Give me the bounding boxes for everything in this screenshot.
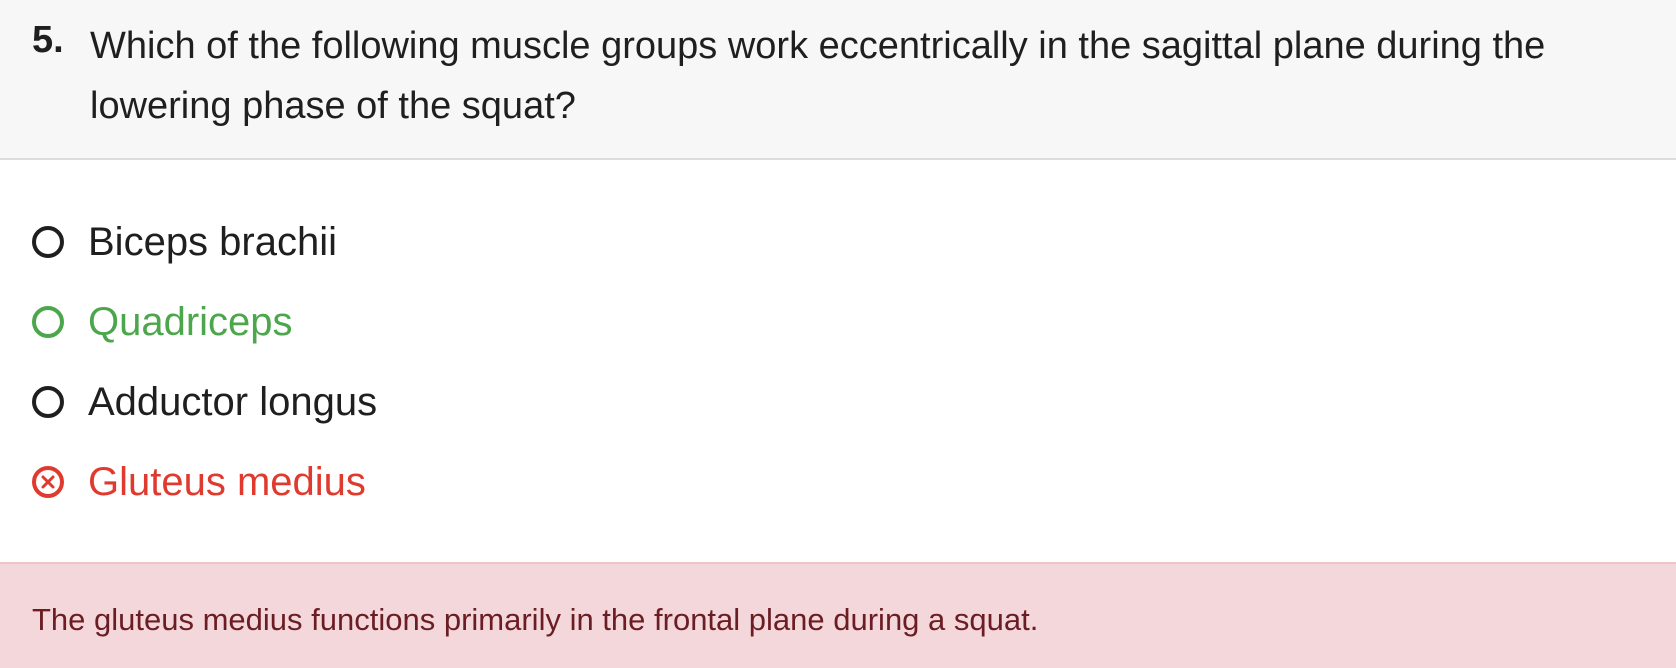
question-number: 5. bbox=[32, 19, 64, 61]
answer-option-label: Quadriceps bbox=[88, 300, 293, 344]
feedback-text: The gluteus medius functions primarily i… bbox=[32, 602, 1039, 637]
answer-option-label: Gluteus medius bbox=[88, 460, 366, 504]
answer-option-biceps-brachii[interactable]: Biceps brachii bbox=[32, 214, 337, 270]
answer-option-quadriceps[interactable]: Quadriceps bbox=[32, 294, 293, 350]
radio-circle-icon[interactable] bbox=[32, 386, 64, 418]
radio-circle-icon[interactable] bbox=[32, 306, 64, 338]
answer-option-label: Adductor longus bbox=[88, 380, 378, 424]
question-header: 5. Which of the following muscle groups … bbox=[0, 0, 1676, 160]
answer-option-label: Biceps brachii bbox=[88, 220, 338, 264]
answer-option-gluteus-medius[interactable]: Gluteus medius bbox=[32, 454, 366, 510]
question-text: Which of the following muscle groups wor… bbox=[90, 25, 1546, 127]
x-circle-icon[interactable] bbox=[32, 466, 64, 498]
x-mark-icon bbox=[41, 475, 55, 489]
answer-option-adductor-longus[interactable]: Adductor longus bbox=[32, 374, 377, 430]
radio-circle-icon[interactable] bbox=[32, 226, 64, 258]
feedback-panel: The gluteus medius functions primarily i… bbox=[0, 562, 1676, 668]
